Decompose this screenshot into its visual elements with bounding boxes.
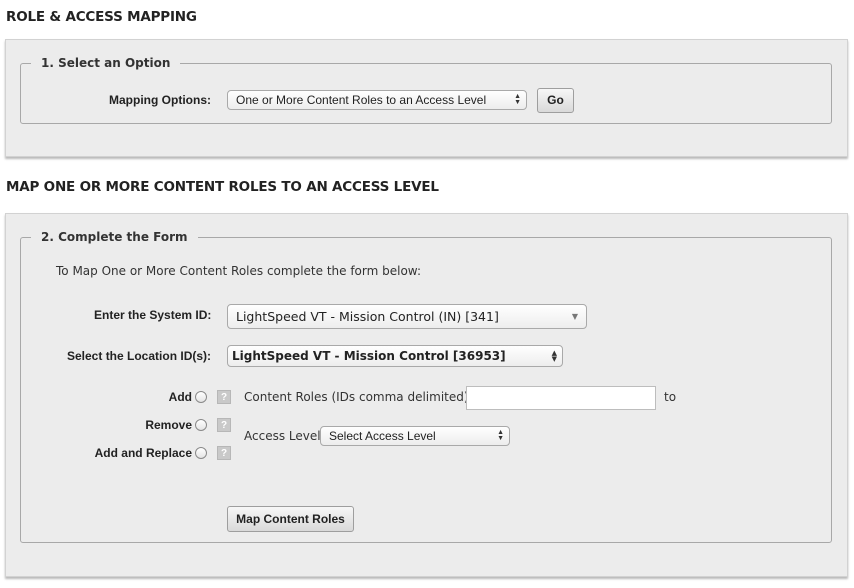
question-mark-icon[interactable]: ? (217, 390, 231, 404)
location-id-value: LightSpeed VT - Mission Control [36953] (232, 349, 506, 363)
action-add-replace-label: Add and Replace (94, 446, 192, 460)
system-id-combobox[interactable]: LightSpeed VT - Mission Control (IN) [34… (227, 304, 587, 329)
select-option-legend: 1. Select an Option (41, 56, 171, 70)
go-button[interactable]: Go (537, 88, 574, 113)
form-instructions: To Map One or More Content Roles complet… (56, 264, 421, 278)
action-add-radio[interactable] (195, 391, 207, 403)
question-mark-icon[interactable]: ? (217, 446, 231, 460)
page-title-role-access-mapping: ROLE & ACCESS MAPPING (6, 9, 197, 25)
action-remove-radio[interactable] (195, 419, 207, 431)
complete-form-legend: 2. Complete the Form (41, 230, 188, 244)
action-remove-label: Remove (145, 418, 192, 432)
down-triangle-icon: ▼ (571, 312, 578, 321)
access-level-value: Select Access Level (329, 429, 436, 443)
action-add-label: Add (168, 390, 192, 404)
select-option-panel: 1. Select an Option Mapping Options: One… (5, 39, 848, 157)
up-down-arrows-icon: ▲ ▼ (551, 349, 557, 363)
to-label: to (664, 390, 677, 404)
access-level-label: Access Level (244, 429, 321, 443)
mapping-options-label: Mapping Options: (109, 93, 211, 107)
action-add-replace-radio[interactable] (195, 447, 207, 459)
section-title-map-content-roles: MAP ONE OR MORE CONTENT ROLES TO AN ACCE… (6, 179, 439, 195)
content-roles-label: Content Roles (IDs comma delimited) (244, 390, 469, 404)
map-content-roles-button[interactable]: Map Content Roles (227, 506, 354, 532)
location-id-select[interactable]: LightSpeed VT - Mission Control [36953] … (227, 345, 563, 367)
question-mark-icon[interactable]: ? (217, 418, 231, 432)
content-roles-input[interactable] (466, 386, 656, 410)
location-id-label: Select the Location ID(s): (67, 349, 212, 363)
mapping-options-value: One or More Content Roles to an Access L… (236, 93, 487, 107)
system-id-value: LightSpeed VT - Mission Control (IN) [34… (236, 309, 499, 324)
up-down-arrows-icon: ▲ ▼ (514, 93, 521, 106)
access-level-select[interactable]: Select Access Level ▲ ▼ (320, 426, 510, 446)
mapping-options-select[interactable]: One or More Content Roles to an Access L… (227, 90, 527, 110)
up-down-arrows-icon: ▲ ▼ (497, 429, 504, 442)
complete-form-panel: 2. Complete the Form To Map One or More … (5, 213, 848, 577)
system-id-label: Enter the System ID: (94, 308, 212, 322)
